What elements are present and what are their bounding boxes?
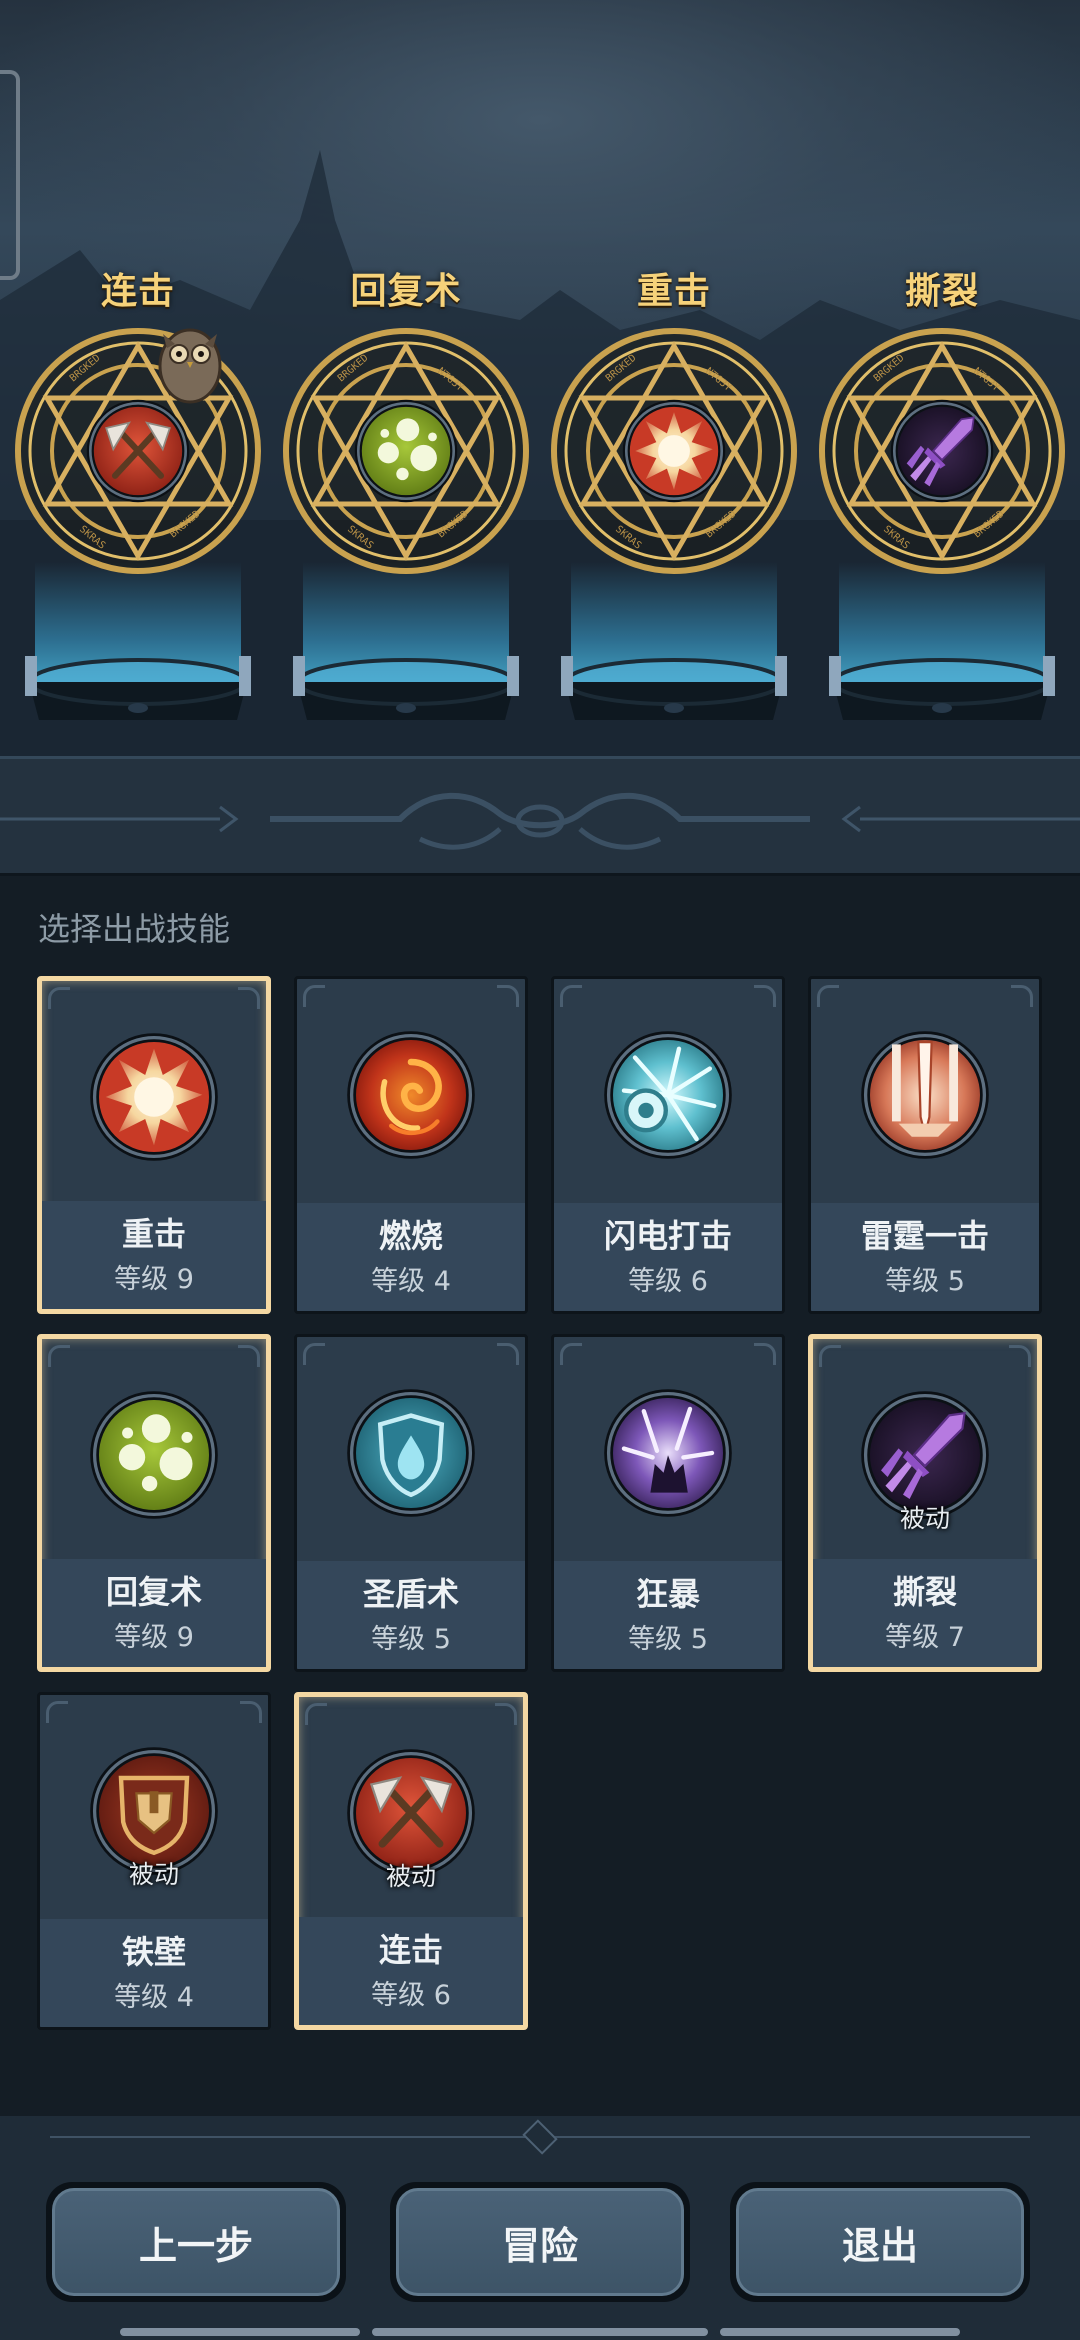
skill-level: 等级 5: [885, 1266, 965, 1297]
skill-level: 等级 5: [371, 1624, 451, 1655]
pedestal: [23, 642, 253, 732]
card-footer: 雷霆一击 等级 5: [811, 1203, 1039, 1311]
skill-card-lightning-strike[interactable]: 闪电打击 等级 6: [551, 976, 785, 1314]
skill-name: 燃烧: [378, 1217, 443, 1255]
nav-indicator-bar: [120, 2328, 360, 2336]
skill-card-heal[interactable]: 回复术 等级 9: [37, 1334, 271, 1672]
equipped-slot-4[interactable]: 撕裂: [817, 262, 1067, 732]
pedestal: [827, 642, 1057, 732]
side-frame-decoration: [0, 70, 20, 280]
card-footer: 重击 等级 9: [42, 1201, 266, 1309]
card-footer: 狂暴 等级 5: [554, 1561, 782, 1669]
skill-name: 狂暴: [635, 1575, 700, 1613]
ornament-icon: [0, 792, 1080, 850]
skill-name: 连击: [378, 1931, 443, 1969]
exit-button[interactable]: 退出: [730, 2182, 1030, 2302]
equipped-slot-name: 回复术: [350, 271, 462, 312]
card-footer: 圣盾术 等级 5: [297, 1561, 525, 1669]
passive-tag: 被动: [385, 1862, 436, 1891]
holy-shield-icon: [345, 1387, 477, 1519]
equipped-slot-3[interactable]: 重击: [549, 262, 799, 732]
passive-tag: 被动: [128, 1860, 179, 1889]
skill-name: 重击: [121, 1215, 186, 1253]
diamond-ornament-icon: [522, 2119, 558, 2155]
skill-level: 等级 7: [885, 1622, 965, 1653]
rage-burst-icon: [602, 1387, 734, 1519]
skill-pool: 选择出战技能 重击 等级 9 燃烧 等级 4 闪电打击 等级 6 雷霆一击 等级…: [0, 876, 1080, 2116]
burst-icon: [88, 1031, 220, 1163]
healing-orbs-icon: [353, 398, 459, 504]
card-footer: 撕裂 等级 7: [813, 1559, 1037, 1667]
skill-level: 等级 4: [371, 1266, 451, 1297]
bottom-action-bar: 上一步 冒险 退出: [0, 2116, 1080, 2340]
equipped-slot-name: 连击: [100, 271, 175, 312]
back-button-label: 上一步: [52, 2188, 340, 2296]
equipped-slot-name: 重击: [636, 271, 711, 312]
skill-name: 撕裂: [892, 1573, 957, 1611]
pedestal: [291, 642, 521, 732]
skill-level: 等级 6: [628, 1266, 708, 1297]
purple-dagger-icon: [889, 398, 995, 504]
card-footer: 连击 等级 6: [299, 1917, 523, 2025]
pedestal: [559, 642, 789, 732]
adventure-button-label: 冒险: [396, 2188, 684, 2296]
skill-name: 闪电打击: [603, 1217, 732, 1255]
ornament-divider: [0, 756, 1080, 876]
equipped-slot-2[interactable]: 回复术: [281, 262, 531, 732]
card-footer: 铁壁 等级 4: [40, 1919, 268, 2027]
pool-title: 选择出战技能: [38, 910, 231, 948]
crossed-axes-icon: [85, 398, 191, 504]
nav-indicator-bar: [372, 2328, 708, 2336]
exit-button-label: 退出: [736, 2188, 1024, 2296]
flame-swirl-icon: [345, 1029, 477, 1161]
card-footer: 回复术 等级 9: [42, 1559, 266, 1667]
skill-name: 圣盾术: [362, 1575, 459, 1613]
skill-name: 雷霆一击: [860, 1217, 989, 1255]
skill-level: 等级 6: [371, 1980, 451, 2011]
skill-card-heavy-strike[interactable]: 重击 等级 9: [37, 976, 271, 1314]
burst-icon: [621, 398, 727, 504]
passive-tag: 被动: [899, 1504, 950, 1533]
skill-card-combo[interactable]: 被动 连击 等级 6: [294, 1692, 528, 2030]
healing-orbs-icon: [88, 1389, 220, 1521]
nav-indicator-bar: [720, 2328, 960, 2336]
skill-level: 等级 9: [114, 1622, 194, 1653]
skill-level: 等级 9: [114, 1264, 194, 1295]
equipped-skills-stage: 连击 回复术 重击 撕裂: [0, 0, 1080, 760]
skill-card-holy-shield[interactable]: 圣盾术 等级 5: [294, 1334, 528, 1672]
skill-card-burn[interactable]: 燃烧 等级 4: [294, 976, 528, 1314]
equipped-slot-name: 撕裂: [904, 271, 979, 312]
card-footer: 闪电打击 等级 6: [554, 1203, 782, 1311]
adventure-button[interactable]: 冒险: [390, 2182, 690, 2302]
skill-card-rage[interactable]: 狂暴 等级 5: [551, 1334, 785, 1672]
thunder-sword-icon: [859, 1029, 991, 1161]
owl-mascot-icon[interactable]: [145, 308, 235, 408]
skill-name: 回复术: [105, 1573, 202, 1611]
back-button[interactable]: 上一步: [46, 2182, 346, 2302]
skill-level: 等级 4: [114, 1982, 194, 2013]
card-footer: 燃烧 等级 4: [297, 1203, 525, 1311]
skill-card-iron-wall[interactable]: 被动 铁壁 等级 4: [37, 1692, 271, 2030]
skill-card-rend[interactable]: 被动 撕裂 等级 7: [808, 1334, 1042, 1672]
lightning-orb-icon: [602, 1029, 734, 1161]
skill-level: 等级 5: [628, 1624, 708, 1655]
skill-name: 铁壁: [121, 1933, 186, 1971]
skill-card-thunder-blow[interactable]: 雷霆一击 等级 5: [808, 976, 1042, 1314]
